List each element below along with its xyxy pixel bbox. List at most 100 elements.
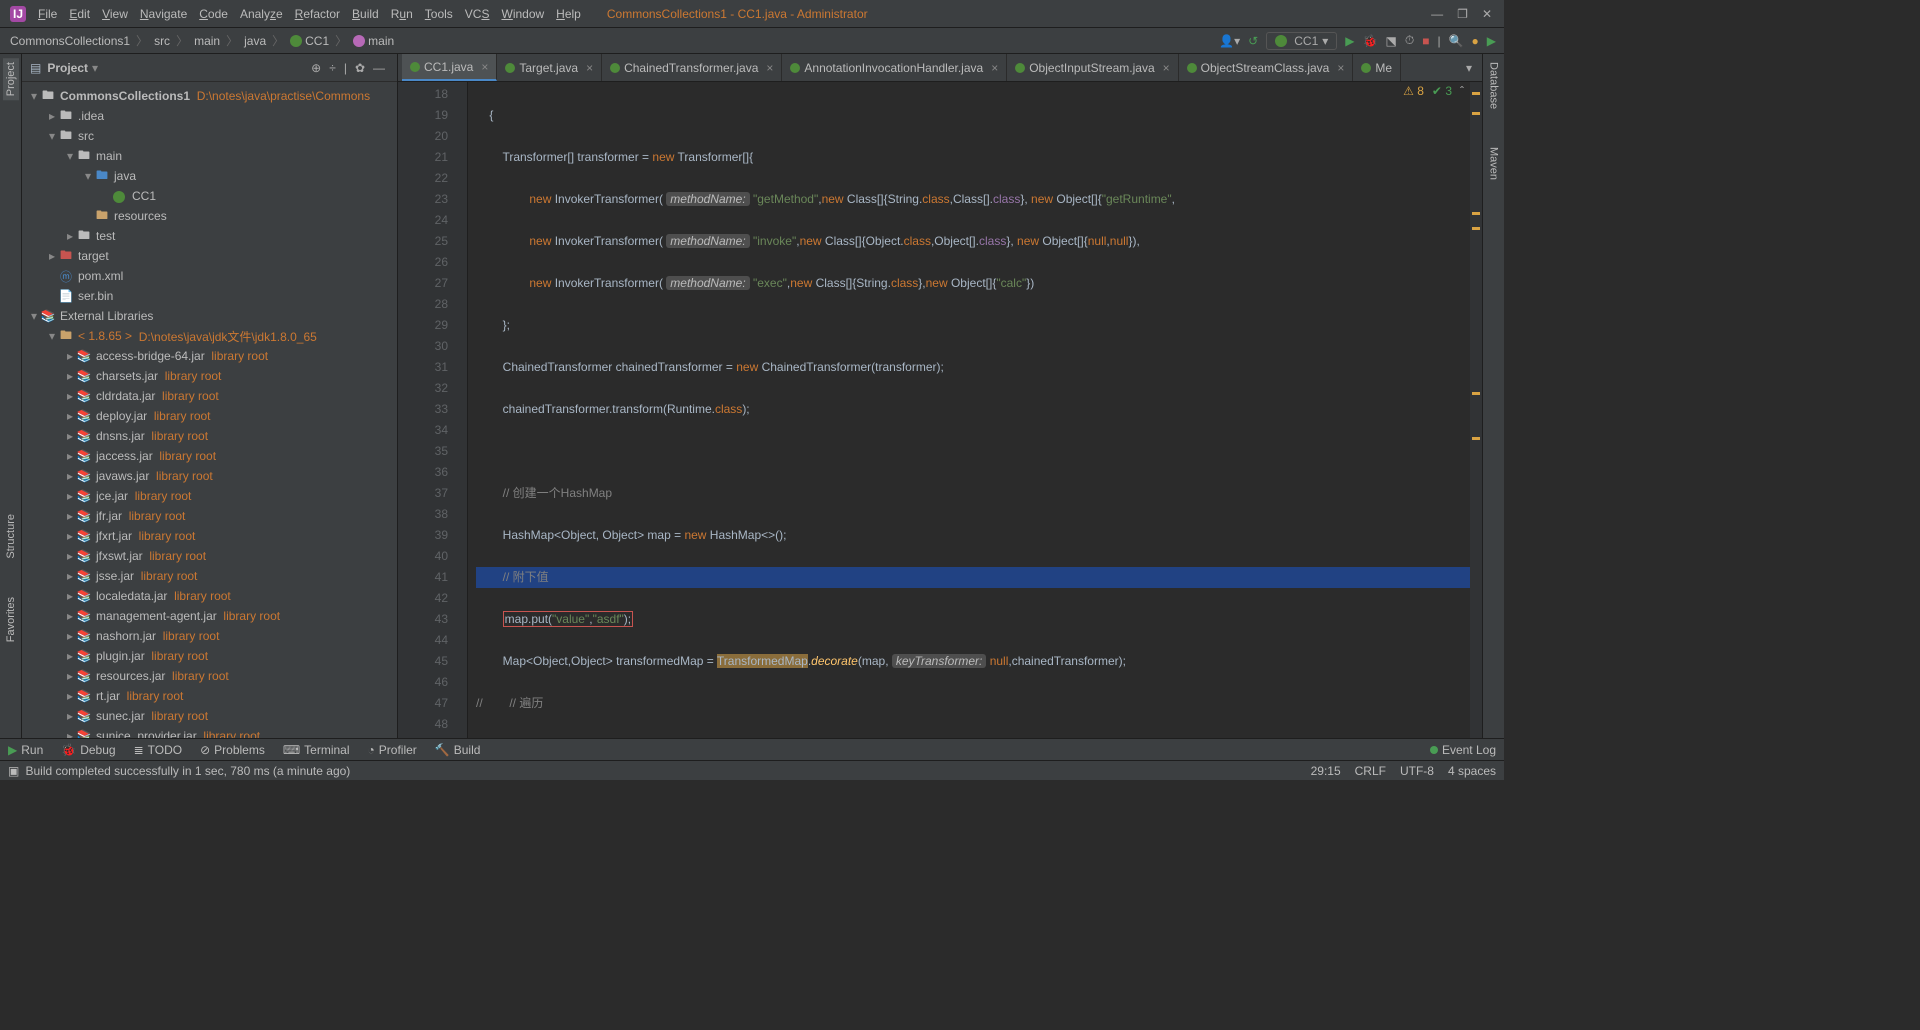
tree-jar-item[interactable]: ▸📚jaccess.jar library root xyxy=(22,446,397,466)
tab-target[interactable]: Target.java× xyxy=(497,54,602,81)
tab-annotation[interactable]: AnnotationInvocationHandler.java× xyxy=(782,54,1007,81)
debug-icon[interactable]: 🐞 xyxy=(1363,34,1378,48)
tab-osc[interactable]: ObjectStreamClass.java× xyxy=(1179,54,1354,81)
settings-icon[interactable]: ✿ xyxy=(355,61,365,75)
tree-jar-item[interactable]: ▸📚sunec.jar library root xyxy=(22,706,397,726)
menu-run[interactable]: Run xyxy=(385,7,419,21)
more-tabs-icon[interactable]: ▾ xyxy=(1460,61,1478,75)
tool-terminal[interactable]: ⌨Terminal xyxy=(283,743,350,757)
tab-cc1[interactable]: CC1.java× xyxy=(402,54,497,81)
tree-jar-item[interactable]: ▸📚management-agent.jar library root xyxy=(22,606,397,626)
breadcrumb[interactable]: main xyxy=(351,34,396,48)
close-icon[interactable]: ✕ xyxy=(1482,7,1492,21)
menu-tools[interactable]: Tools xyxy=(419,7,459,21)
left-tab-favorites[interactable]: Favorites xyxy=(3,593,19,646)
add-user-icon[interactable]: 👤▾ xyxy=(1219,34,1240,48)
tab-me[interactable]: Me xyxy=(1353,54,1401,81)
tree-jar-item[interactable]: ▸📚localedata.jar library root xyxy=(22,586,397,606)
indent[interactable]: 4 spaces xyxy=(1448,764,1496,778)
project-header: ▤ Project ▾ ⊕ ÷ | ✿ — xyxy=(22,54,397,82)
search-icon[interactable]: 🔍 xyxy=(1449,34,1464,48)
tool-run[interactable]: ▶Run xyxy=(8,743,43,757)
menu-refactor[interactable]: Refactor xyxy=(289,7,346,21)
tree-jar-item[interactable]: ▸📚jsse.jar library root xyxy=(22,566,397,586)
tree-jar-item[interactable]: ▸📚dnsns.jar library root xyxy=(22,426,397,446)
tree-jar-item[interactable]: ▸📚jfxswt.jar library root xyxy=(22,546,397,566)
breadcrumb[interactable]: main xyxy=(192,34,222,48)
run-config-dropdown[interactable]: CC1 ▾ xyxy=(1266,32,1337,50)
project-title: Project xyxy=(47,61,88,75)
stop-icon[interactable]: ■ xyxy=(1422,34,1429,48)
caret-position[interactable]: 29:15 xyxy=(1311,764,1341,778)
code-editor[interactable]: ⚠ 8 ✔ 3 ˆˇ 18192021222324252627282930313… xyxy=(398,82,1482,738)
tool-event-log[interactable]: Event Log xyxy=(1430,743,1496,757)
tree-jar-item[interactable]: ▸📚plugin.jar library root xyxy=(22,646,397,666)
menu-vcs[interactable]: VCS xyxy=(459,7,496,21)
tree-jar-item[interactable]: ▸📚rt.jar library root xyxy=(22,686,397,706)
profiler-icon[interactable]: ⏱ xyxy=(1405,33,1414,48)
app-logo-icon: IJ xyxy=(10,6,26,22)
menu-window[interactable]: Window xyxy=(495,7,550,21)
breadcrumb[interactable]: CC1 xyxy=(288,34,331,48)
project-panel: ▤ Project ▾ ⊕ ÷ | ✿ — ▾🖿CommonsCollectio… xyxy=(22,54,398,738)
left-tab-project[interactable]: Project xyxy=(3,58,19,100)
menu-code[interactable]: Code xyxy=(193,7,234,21)
tree-jar-item[interactable]: ▸📚cldrdata.jar library root xyxy=(22,386,397,406)
minimize-icon[interactable]: — xyxy=(1431,7,1443,21)
close-tab-icon[interactable]: × xyxy=(481,60,488,74)
sync-icon[interactable]: ↺ xyxy=(1248,34,1258,48)
line-gutter[interactable]: 1819202122232425262728293031323334353637… xyxy=(398,82,454,738)
menu-analyze[interactable]: Analyze xyxy=(234,7,289,21)
toolbar-right: 👤▾ ↺ CC1 ▾ ▶ 🐞 ⬔ ⏱ ■ | 🔍 ● ▶ xyxy=(1219,32,1496,50)
code-content[interactable]: { Transformer[] transformer = new Transf… xyxy=(468,82,1470,738)
hide-icon[interactable]: — xyxy=(373,61,385,75)
menu-view[interactable]: View xyxy=(96,7,134,21)
tree-jar-item[interactable]: ▸📚nashorn.jar library root xyxy=(22,626,397,646)
project-tree[interactable]: ▾🖿CommonsCollections1 D:\notes\java\prac… xyxy=(22,82,397,738)
coverage-icon[interactable]: ⬔ xyxy=(1385,34,1396,48)
marker-bar[interactable] xyxy=(1470,82,1482,738)
right-tab-database[interactable]: Database xyxy=(1486,58,1502,113)
encoding[interactable]: UTF-8 xyxy=(1400,764,1434,778)
tree-jar-item[interactable]: ▸📚javaws.jar library root xyxy=(22,466,397,486)
menu-edit[interactable]: Edit xyxy=(63,7,96,21)
avatar-icon[interactable]: ▶ xyxy=(1487,34,1496,48)
tree-jar-item[interactable]: ▸📚resources.jar library root xyxy=(22,666,397,686)
breadcrumb[interactable]: src xyxy=(152,34,172,48)
tool-todo[interactable]: ≣TODO xyxy=(134,743,183,757)
tree-jar-item[interactable]: ▸📚charsets.jar library root xyxy=(22,366,397,386)
collapse-icon[interactable]: | xyxy=(344,61,347,75)
status-icon[interactable]: ▣ xyxy=(8,764,19,778)
tool-debug[interactable]: 🐞Debug xyxy=(61,743,115,757)
breadcrumb[interactable]: java xyxy=(242,34,268,48)
menu-file[interactable]: File xyxy=(32,7,63,21)
menu-build[interactable]: Build xyxy=(346,7,385,21)
fold-gutter[interactable] xyxy=(454,82,468,738)
tool-build[interactable]: 🔨Build xyxy=(435,743,481,757)
divider: | xyxy=(1437,34,1440,48)
run-icon[interactable]: ▶ xyxy=(1345,34,1354,48)
right-tab-maven[interactable]: Maven xyxy=(1486,143,1502,184)
tree-jar-item[interactable]: ▸📚jfxrt.jar library root xyxy=(22,526,397,546)
menu-navigate[interactable]: Navigate xyxy=(134,7,193,21)
expand-icon[interactable]: ÷ xyxy=(329,61,336,75)
window-title: CommonsCollections1 - CC1.java - Adminis… xyxy=(607,7,1431,21)
locate-icon[interactable]: ⊕ xyxy=(311,61,321,75)
tree-jar-item[interactable]: ▸📚jce.jar library root xyxy=(22,486,397,506)
left-tab-structure[interactable]: Structure xyxy=(3,510,19,563)
ide-actions-icon[interactable]: ● xyxy=(1472,34,1479,48)
breadcrumb[interactable]: CommonsCollections1 xyxy=(8,34,132,48)
inspection-status[interactable]: ⚠ 8 ✔ 3 ˆˇ xyxy=(1403,84,1476,98)
tree-jar-item[interactable]: ▸📚jfr.jar library root xyxy=(22,506,397,526)
tree-jar-item[interactable]: ▸📚access-bridge-64.jar library root xyxy=(22,346,397,366)
left-tool-strip: Project Structure Favorites xyxy=(0,54,22,738)
tool-problems[interactable]: ⊘Problems xyxy=(200,743,265,757)
menu-help[interactable]: Help xyxy=(550,7,587,21)
tool-profiler[interactable]: ◔Profiler xyxy=(368,743,417,757)
tab-chained[interactable]: ChainedTransformer.java× xyxy=(602,54,782,81)
maximize-icon[interactable]: ❐ xyxy=(1457,7,1468,21)
tree-jar-item[interactable]: ▸📚sunjce_provider.jar library root xyxy=(22,726,397,738)
line-separator[interactable]: CRLF xyxy=(1355,764,1386,778)
tree-jar-item[interactable]: ▸📚deploy.jar library root xyxy=(22,406,397,426)
tab-ois[interactable]: ObjectInputStream.java× xyxy=(1007,54,1178,81)
